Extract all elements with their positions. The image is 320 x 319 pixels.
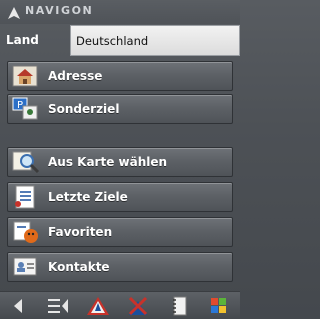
poi-label: Sonderziel [48,102,120,116]
recent-destinations-button[interactable]: Letzte Ziele [7,182,233,212]
windows-start-button[interactable] [206,295,232,317]
windows-start-icon [211,298,226,313]
contacts-label: Kontakte [48,260,110,274]
notebook-icon [173,296,187,316]
recent-list-icon [12,185,40,209]
route-list-icon [48,299,68,313]
back-button[interactable] [6,295,32,317]
address-button[interactable]: Adresse [7,61,233,91]
route-warning-button[interactable] [85,295,111,317]
contacts-button[interactable]: Kontakte [7,252,233,282]
bottom-toolbar [0,291,240,319]
back-arrow-icon [14,299,22,313]
country-label: Land [6,33,39,47]
select-from-map-label: Aus Karte wählen [48,155,168,169]
poi-button[interactable]: P Sonderziel [7,94,233,124]
route-list-button[interactable] [45,295,71,317]
recent-destinations-label: Letzte Ziele [48,190,128,204]
route-warning-icon [87,297,109,315]
navigon-logo-icon [7,5,21,19]
contact-card-icon [12,255,40,279]
map-magnifier-icon [12,150,40,174]
address-label: Adresse [48,69,103,83]
select-from-map-button[interactable]: Aus Karte wählen [7,147,233,177]
cancel-route-icon [128,296,148,316]
favorites-icon [12,220,40,244]
title-bar: NAVIGON [0,0,240,24]
favorites-label: Favoriten [48,225,113,239]
notebook-button[interactable] [166,295,192,317]
cancel-route-button[interactable] [125,295,151,317]
house-icon [12,64,40,88]
poi-icon: P [12,97,40,121]
app-brand: NAVIGON [25,4,94,17]
favorites-button[interactable]: Favoriten [7,217,233,247]
svg-text:P: P [17,100,23,111]
country-field[interactable]: Deutschland [70,25,240,56]
